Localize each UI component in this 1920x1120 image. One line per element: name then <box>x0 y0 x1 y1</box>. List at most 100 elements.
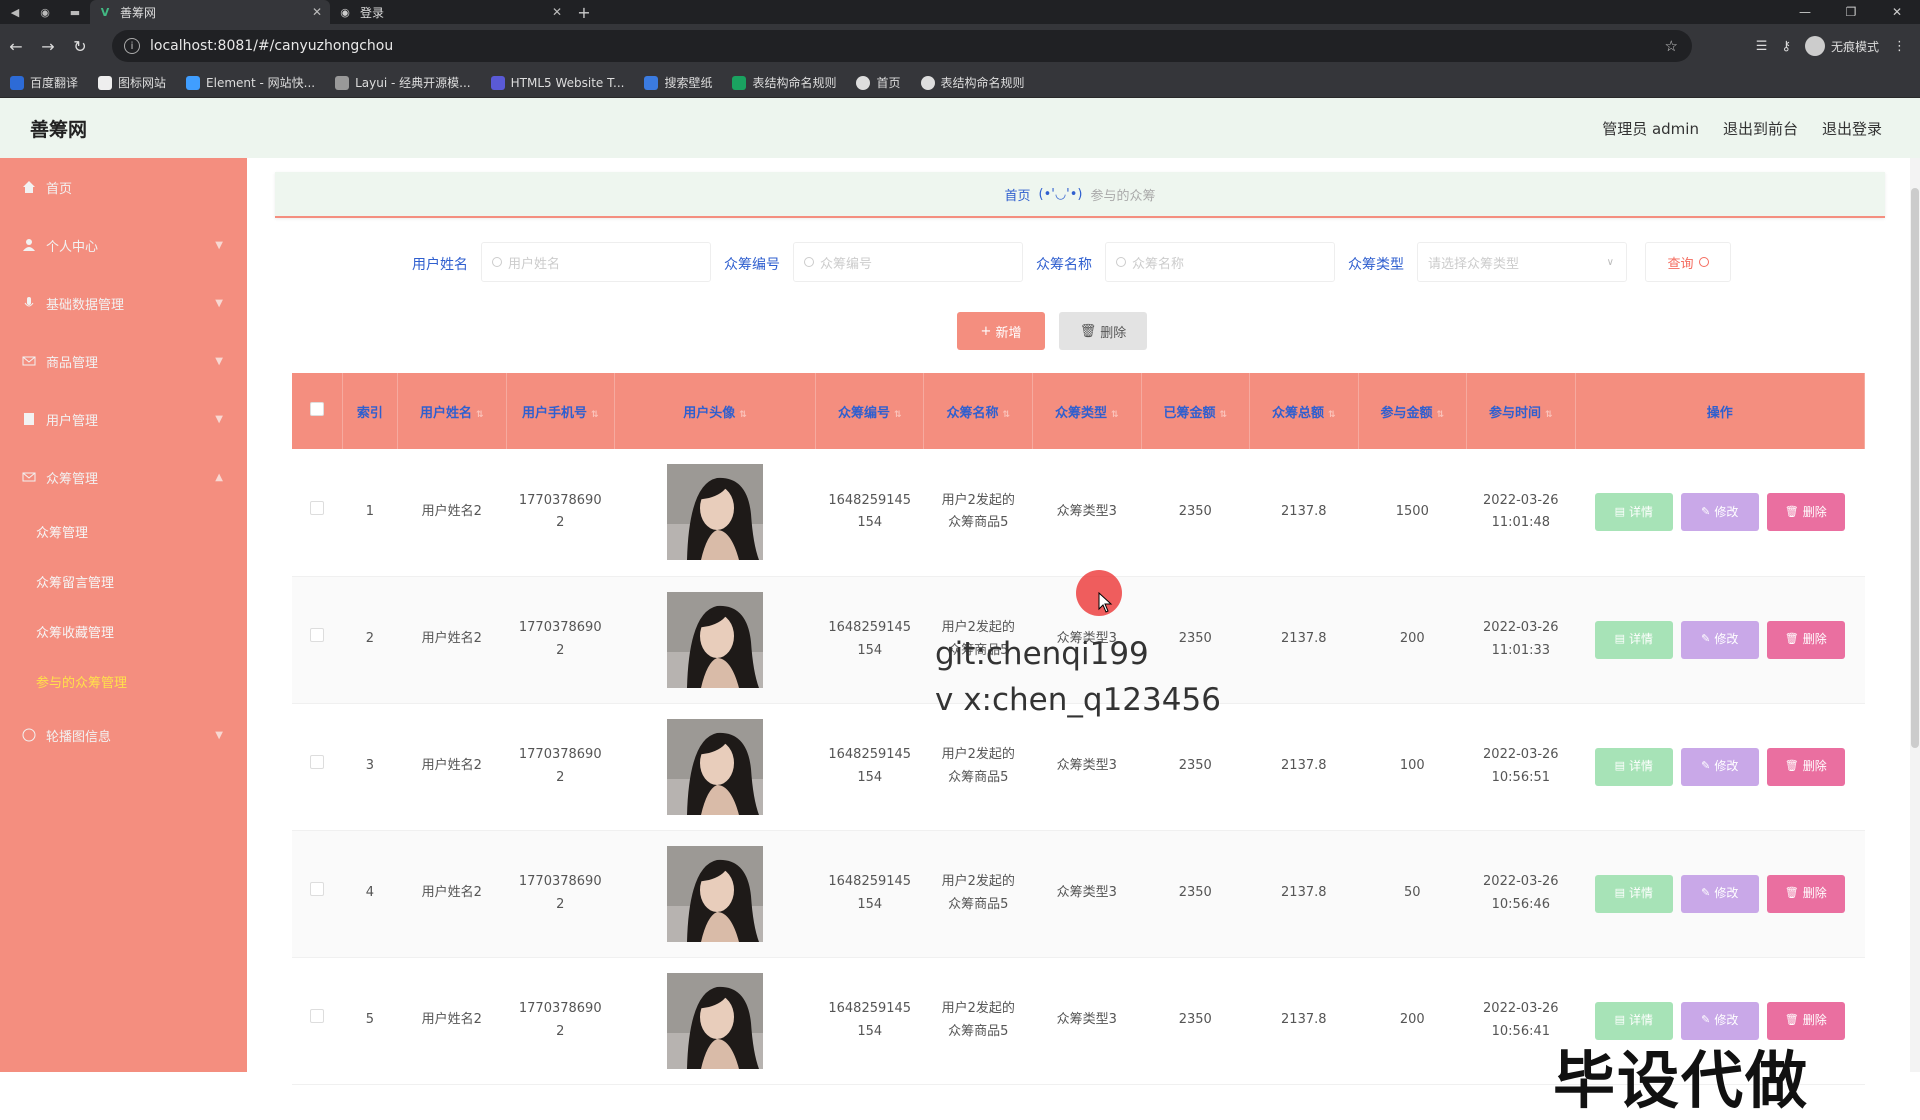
search-input-number[interactable]: 众筹编号 <box>793 242 1023 282</box>
edit-button[interactable]: ✎ 修改 <box>1680 747 1759 786</box>
reading-list-icon[interactable]: ☰ <box>1756 39 1768 54</box>
delete-button[interactable]: 🗑 删除 <box>1766 747 1845 786</box>
col-amount[interactable]: 参与金额 ⇅ <box>1358 373 1468 449</box>
star-icon[interactable]: ☆ <box>1665 37 1678 55</box>
user-avatar-image[interactable] <box>666 591 763 688</box>
user-avatar-image[interactable] <box>666 845 763 942</box>
bookmark[interactable]: 表结构命名规则 <box>920 74 1025 91</box>
bookmark[interactable]: 图标网站 <box>98 74 166 91</box>
sidebar-item-personal[interactable]: 个人中心 ▼ <box>0 216 247 274</box>
sidebar-subitem-participated[interactable]: 参与的众筹管理 <box>0 656 247 706</box>
bookmark[interactable]: Layui - 经典开源模... <box>335 74 471 91</box>
row-select-cell <box>292 576 343 704</box>
sidebar-subitem-crowdfunding[interactable]: 众筹管理 <box>0 506 247 556</box>
detail-button[interactable]: ▤ 详情 <box>1594 874 1673 913</box>
delete-button[interactable]: 🗑 删除 <box>1766 493 1845 532</box>
col-crowdfund-number[interactable]: 众筹编号 ⇅ <box>815 373 925 449</box>
back-to-front-link[interactable]: 退出到前台 <box>1723 118 1798 139</box>
restore-icon[interactable]: ❐ <box>1828 0 1874 24</box>
document-icon: ▤ <box>1614 632 1625 646</box>
delete-button[interactable]: 🗑 删除 <box>1766 620 1845 659</box>
minimize-icon[interactable]: — <box>1782 0 1828 24</box>
search-input-name[interactable]: 用户姓名 <box>481 242 711 282</box>
scrollbar-thumb[interactable] <box>1911 188 1919 748</box>
globe-icon[interactable]: ◉ <box>30 0 60 24</box>
col-crowdfund-type[interactable]: 众筹类型 ⇅ <box>1032 373 1142 449</box>
row-checkbox[interactable] <box>310 882 325 897</box>
row-checkbox[interactable] <box>310 755 325 770</box>
scrollbar[interactable] <box>1910 158 1920 1072</box>
new-tab-button[interactable]: + <box>570 3 598 22</box>
col-user-phone[interactable]: 用户手机号 ⇅ <box>506 373 616 449</box>
close-window-icon[interactable]: ✕ <box>1874 0 1920 24</box>
bookmark[interactable]: 百度翻译 <box>10 74 78 91</box>
sidebar-item-carousel[interactable]: 轮播图信息 ▼ <box>0 706 247 764</box>
batch-delete-button[interactable]: 🗑 删除 <box>1059 312 1147 350</box>
sidebar-subitem-favorites[interactable]: 众筹收藏管理 <box>0 606 247 656</box>
cell-crowdfund-title: 用户2发起的 众筹商品5 <box>923 830 1033 958</box>
pencil-icon: ✎ <box>1701 759 1711 773</box>
row-checkbox[interactable] <box>310 628 325 643</box>
user-avatar-image[interactable] <box>666 718 763 815</box>
watermark-service: 毕设代做 <box>1553 1044 1810 1117</box>
bookmark[interactable]: Element - 网站快... <box>186 74 315 91</box>
bookmark[interactable]: 搜索壁纸 <box>644 74 712 91</box>
col-crowdfund-title[interactable]: 众筹名称 ⇅ <box>923 373 1033 449</box>
bookmark[interactable]: HTML5 Website T... <box>490 75 624 90</box>
edit-button[interactable]: ✎ 修改 <box>1680 493 1759 532</box>
back-icon[interactable]: ← <box>0 37 32 56</box>
bookmark[interactable]: 首页 <box>856 74 901 91</box>
sidebar-item-goods[interactable]: 商品管理 ▼ <box>0 332 247 390</box>
window-icon[interactable]: ▬ <box>60 0 90 24</box>
query-button[interactable]: 查询 <box>1645 242 1731 282</box>
add-button[interactable]: + 新增 <box>957 312 1045 350</box>
reload-icon[interactable]: ↻ <box>64 37 96 56</box>
menu-dots-icon[interactable]: ⋮ <box>1893 39 1906 54</box>
row-checkbox[interactable] <box>310 501 325 516</box>
sidebar-item-users[interactable]: 用户管理 ▼ <box>0 390 247 448</box>
close-tab-icon[interactable]: ✕ <box>312 5 322 19</box>
user-avatar-image[interactable] <box>666 972 763 1069</box>
search-input-title[interactable]: 众筹名称 <box>1105 242 1335 282</box>
col-user-avatar[interactable]: 用户头像 ⇅ <box>614 373 816 449</box>
breadcrumb-home[interactable]: 首页 <box>1004 185 1030 204</box>
sort-icon: ⇅ <box>590 409 599 420</box>
info-icon[interactable]: i <box>124 38 140 54</box>
cell-avatar <box>614 957 816 1085</box>
bookmark[interactable]: 表结构命名规则 <box>732 74 836 91</box>
search-select-type[interactable]: 请选择众筹类型 ∨ <box>1417 242 1627 282</box>
col-time[interactable]: 参与时间 ⇅ <box>1466 373 1576 449</box>
edit-button[interactable]: ✎ 修改 <box>1680 620 1759 659</box>
close-tab-icon[interactable]: ✕ <box>552 5 562 19</box>
forward-icon[interactable]: → <box>32 37 64 56</box>
delete-button[interactable]: 🗑 删除 <box>1766 874 1845 913</box>
detail-button[interactable]: ▤ 详情 <box>1594 747 1673 786</box>
chevron-down-icon: ▼ <box>215 729 223 741</box>
browser-tab[interactable]: ◉ 登录 ✕ <box>330 0 570 24</box>
col-raised[interactable]: 已筹金额 ⇅ <box>1141 373 1251 449</box>
url-field[interactable]: i localhost:8081/#/canyuzhongchou ☆ <box>112 30 1692 62</box>
browser-tab-active[interactable]: V 善筹网 ✕ <box>90 0 330 24</box>
sidebar-item-basic-data[interactable]: 基础数据管理 ▼ <box>0 274 247 332</box>
detail-button[interactable]: ▤ 详情 <box>1594 493 1673 532</box>
placeholder: 请选择众筹类型 <box>1428 256 1520 272</box>
sidebar-item-crowdfunding[interactable]: 众筹管理 ▲ <box>0 448 247 506</box>
sidebar-item-home[interactable]: 首页 <box>0 158 247 216</box>
row-checkbox[interactable] <box>310 1009 325 1024</box>
cell-user-phone: 1770378690 2 <box>506 703 615 831</box>
col-total[interactable]: 众筹总额 ⇅ <box>1249 373 1359 449</box>
logout-link[interactable]: 退出登录 <box>1822 118 1882 139</box>
sidebar-subitem-messages[interactable]: 众筹留言管理 <box>0 556 247 606</box>
detail-button[interactable]: ▤ 详情 <box>1594 620 1673 659</box>
profile-button[interactable]: 无痕模式 <box>1804 36 1879 56</box>
user-avatar-image[interactable] <box>666 464 763 561</box>
key-icon[interactable]: ⚷ <box>1781 39 1791 54</box>
cell-line: 1648259145 <box>828 493 912 509</box>
cell-crowdfund-title: 用户2发起的 众筹商品5 <box>923 449 1033 577</box>
col-user-name[interactable]: 用户姓名 ⇅ <box>397 373 507 449</box>
edit-button[interactable]: ✎ 修改 <box>1680 874 1759 913</box>
select-all-checkbox[interactable] <box>309 402 324 416</box>
audio-icon[interactable]: ◀ <box>0 0 30 24</box>
edit-label: 修改 <box>1714 886 1739 901</box>
cell-index: 5 <box>342 957 398 1085</box>
